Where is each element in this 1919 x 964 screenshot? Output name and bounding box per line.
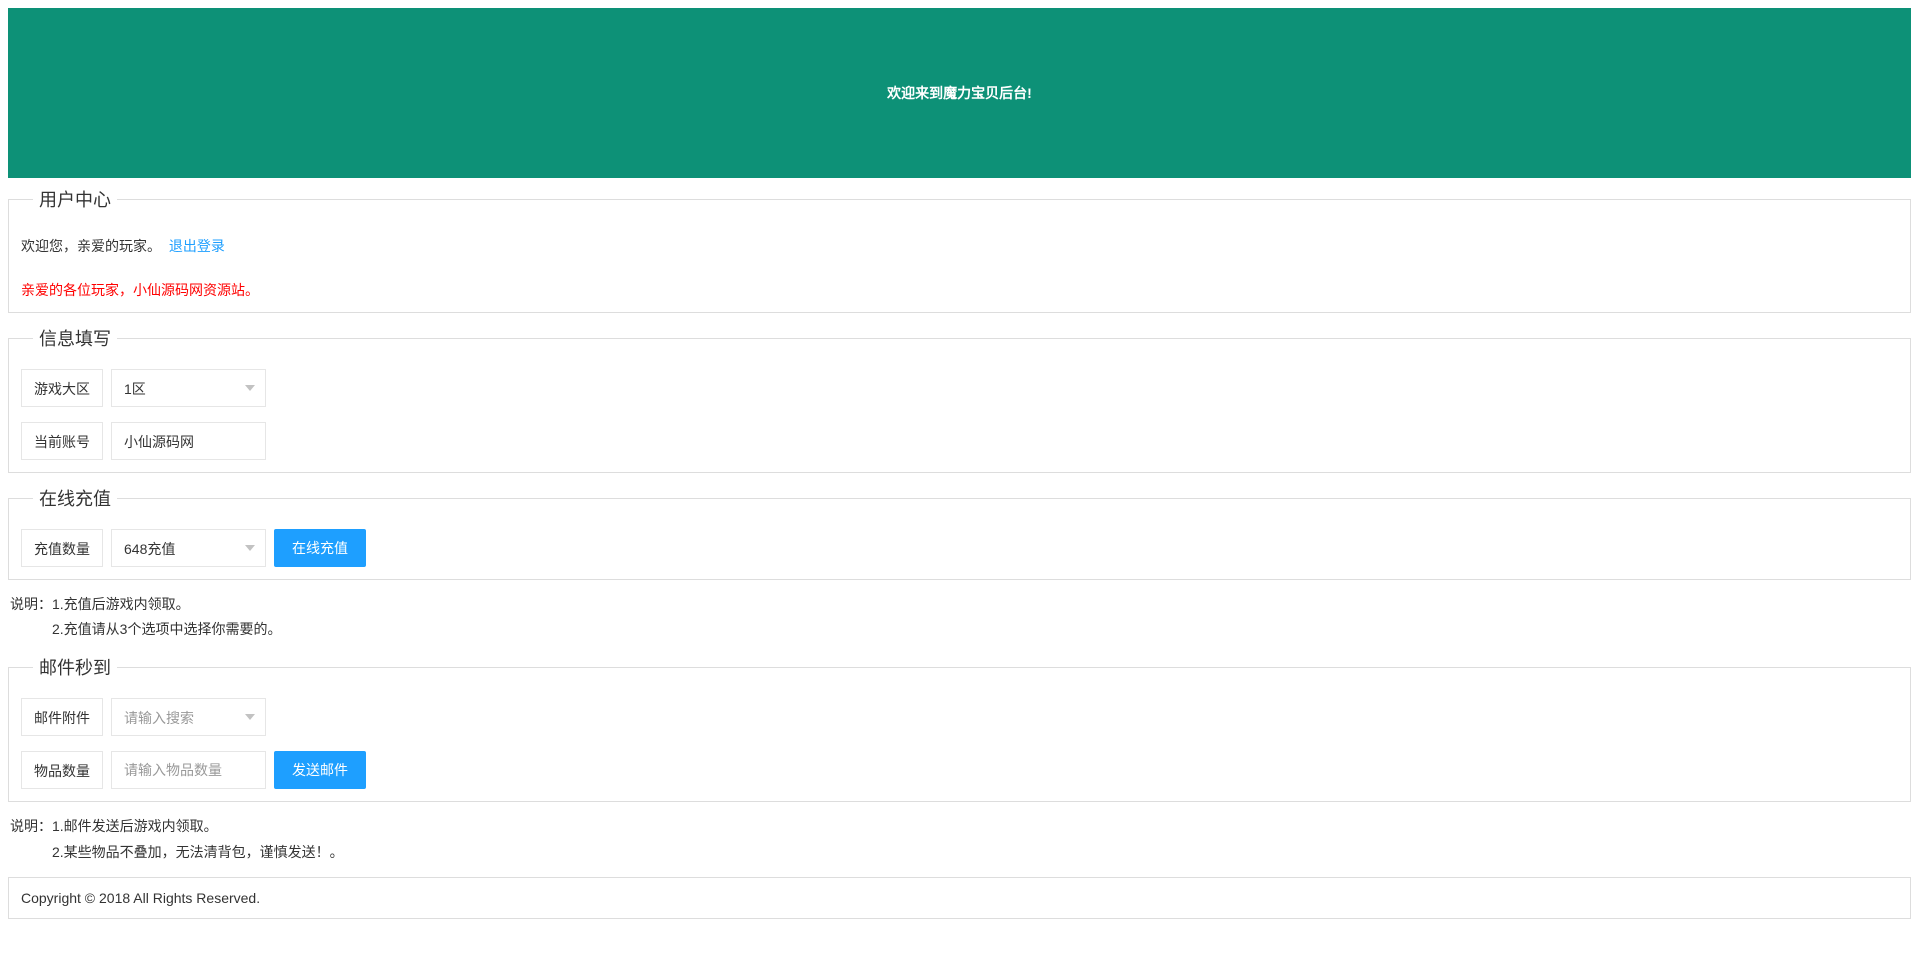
info-fill-section: 信息填写 游戏大区 1区 当前账号 小仙源码网: [8, 325, 1911, 473]
footer: Copyright © 2018 All Rights Reserved.: [8, 877, 1911, 919]
region-select[interactable]: 1区: [111, 369, 266, 407]
recharge-instruction-1: 1.充值后游戏内领取。: [52, 596, 190, 612]
recharge-instructions: 说明：1.充值后游戏内领取。 2.充值请从3个选项中选择你需要的。: [8, 592, 1911, 642]
mail-instruction-1: 1.邮件发送后游戏内领取。: [52, 818, 218, 834]
logout-link[interactable]: 退出登录: [169, 238, 225, 254]
recharge-amount-select[interactable]: 648充值: [111, 529, 266, 567]
copyright-text: Copyright © 2018 All Rights Reserved.: [21, 890, 260, 906]
mail-title: 邮件秒到: [33, 654, 117, 680]
notice-text: 亲爱的各位玩家，小仙源码网资源站。: [21, 268, 1898, 300]
recharge-button[interactable]: 在线充值: [274, 529, 366, 567]
mail-attach-placeholder: 请输入搜索: [124, 710, 194, 726]
mail-attach-select[interactable]: 请输入搜索: [111, 698, 266, 736]
recharge-row: 充值数量 648充值 在线充值: [21, 529, 1898, 567]
recharge-section: 在线充值 充值数量 648充值 在线充值: [8, 485, 1911, 580]
mail-quantity-label: 物品数量: [21, 751, 103, 789]
mail-instructions: 说明：1.邮件发送后游戏内领取。 2.某些物品不叠加，无法清背包，谨慎发送！。: [8, 814, 1911, 864]
recharge-title: 在线充值: [33, 485, 117, 511]
recharge-instruction-2: 2.充值请从3个选项中选择你需要的。: [10, 617, 1911, 642]
region-row: 游戏大区 1区: [21, 369, 1898, 407]
mail-quantity-row: 物品数量 发送邮件: [21, 751, 1898, 789]
send-mail-button[interactable]: 发送邮件: [274, 751, 366, 789]
region-label: 游戏大区: [21, 369, 103, 407]
mail-instruction-prefix: 说明：: [10, 818, 52, 834]
info-fill-title: 信息填写: [33, 325, 117, 351]
recharge-instruction-prefix: 说明：: [10, 596, 52, 612]
banner-welcome-text: 欢迎来到魔力宝贝后台!: [887, 83, 1032, 103]
region-select-value: 1区: [124, 381, 146, 397]
header-banner: 欢迎来到魔力宝贝后台!: [8, 8, 1911, 178]
recharge-amount-label: 充值数量: [21, 529, 103, 567]
account-label: 当前账号: [21, 422, 103, 460]
account-row: 当前账号 小仙源码网: [21, 422, 1898, 460]
user-center-title: 用户中心: [33, 186, 117, 212]
mail-section: 邮件秒到 邮件附件 请输入搜索 物品数量 发送邮件: [8, 654, 1911, 802]
user-center-section: 用户中心 欢迎您，亲爱的玩家。 退出登录 亲爱的各位玩家，小仙源码网资源站。: [8, 186, 1911, 313]
mail-attach-row: 邮件附件 请输入搜索: [21, 698, 1898, 736]
welcome-text: 欢迎您，亲爱的玩家。: [21, 238, 165, 254]
mail-quantity-input[interactable]: [111, 751, 266, 789]
account-value: 小仙源码网: [111, 422, 266, 460]
recharge-amount-value: 648充值: [124, 541, 175, 557]
welcome-row: 欢迎您，亲爱的玩家。 退出登录: [21, 230, 1898, 268]
mail-attach-label: 邮件附件: [21, 698, 103, 736]
mail-instruction-2: 2.某些物品不叠加，无法清背包，谨慎发送！。: [10, 840, 1911, 865]
